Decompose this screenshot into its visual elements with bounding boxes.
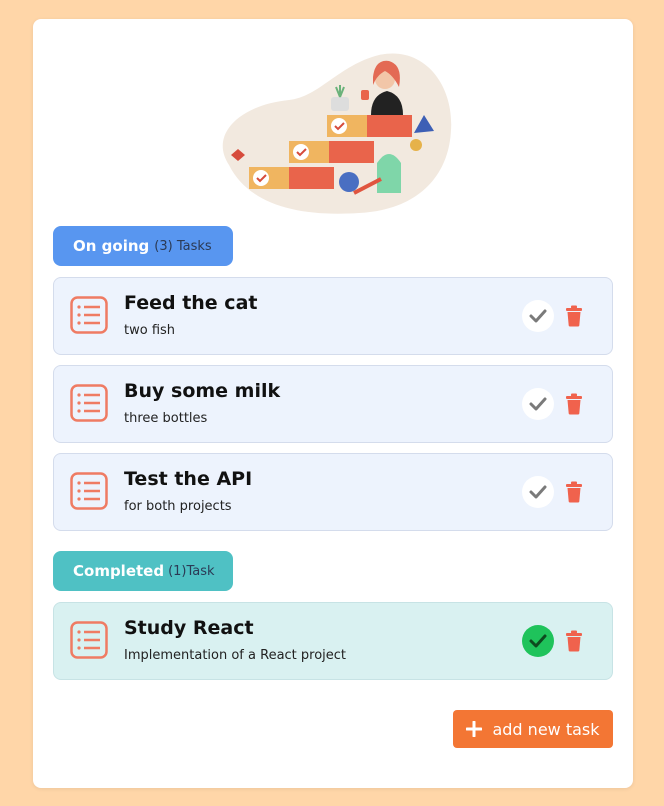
plus-icon: [466, 721, 483, 737]
list-icon: [70, 384, 108, 422]
task-item: Study React Implementation of a React pr…: [53, 602, 613, 680]
ongoing-count: (3) Tasks: [154, 238, 212, 254]
task-description: for both projects: [124, 499, 232, 514]
complete-task-button[interactable]: [522, 388, 554, 420]
list-icon: [70, 621, 108, 659]
todo-card: On going (3) Tasks Feed the cat two fish…: [33, 19, 633, 788]
completed-title: Completed: [73, 562, 165, 580]
complete-task-button[interactable]: [522, 300, 554, 332]
task-description: Implementation of a React project: [124, 648, 347, 663]
ongoing-section-header: On going (3) Tasks: [53, 226, 233, 266]
list-icon: [70, 296, 108, 334]
trash-icon[interactable]: [564, 393, 584, 415]
check-icon: [529, 397, 547, 411]
list-icon: [70, 472, 108, 510]
add-new-task-button[interactable]: add new task: [453, 710, 613, 748]
task-title: Study React: [124, 617, 254, 639]
trash-icon[interactable]: [564, 305, 584, 327]
complete-task-button[interactable]: [522, 476, 554, 508]
check-icon: [529, 485, 547, 499]
completed-count: (1)Task: [168, 563, 215, 579]
complete-task-button[interactable]: [522, 625, 554, 657]
task-description: two fish: [124, 323, 176, 338]
check-icon: [529, 309, 547, 323]
hero-illustration: [222, 53, 452, 214]
task-item: Buy some milk three bottles: [53, 365, 613, 443]
task-title: Test the API: [124, 468, 253, 490]
ongoing-title: On going: [73, 237, 150, 255]
task-item: Feed the cat two fish: [53, 277, 613, 355]
add-new-task-label: add new task: [492, 719, 600, 739]
task-title: Feed the cat: [124, 292, 258, 314]
task-item: Test the API for both projects: [53, 453, 613, 531]
trash-icon[interactable]: [564, 630, 584, 652]
task-title: Buy some milk: [124, 380, 281, 402]
task-description: three bottles: [124, 411, 208, 426]
trash-icon[interactable]: [564, 481, 584, 503]
check-icon: [529, 634, 547, 648]
completed-section-header: Completed (1)Task: [53, 551, 233, 591]
